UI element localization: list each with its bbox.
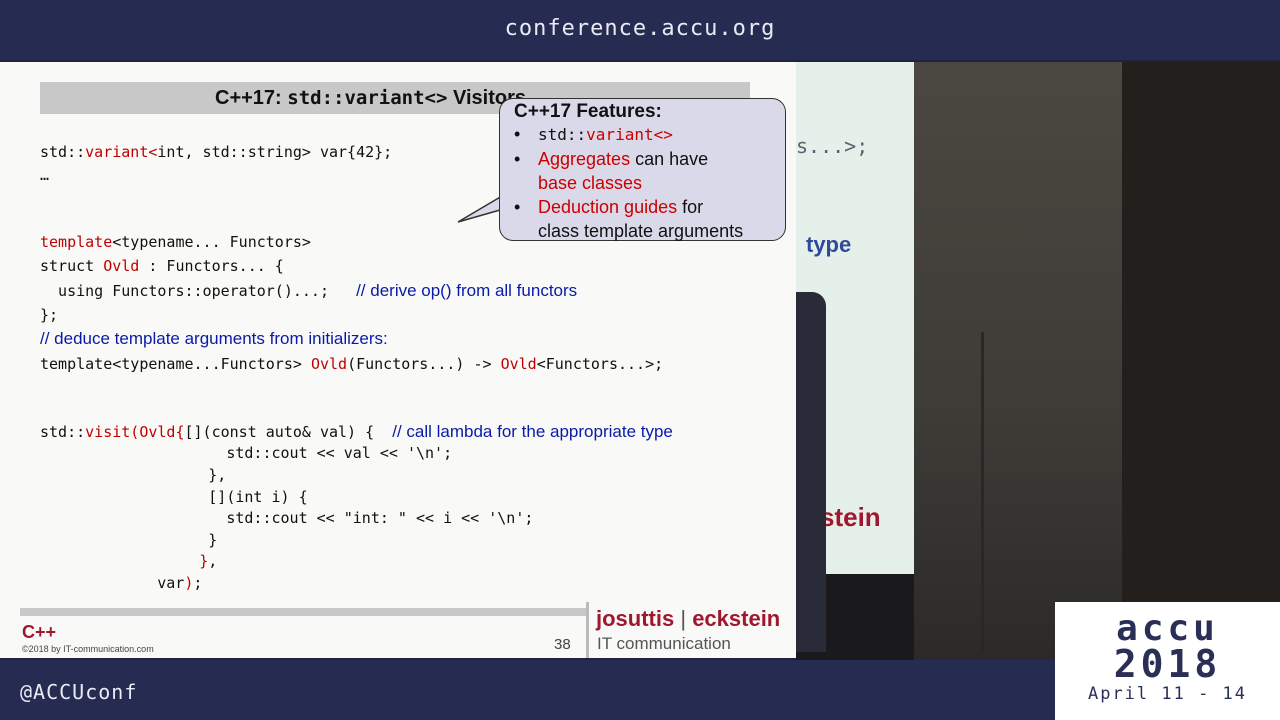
copyright: ©2018 by IT-communication.com xyxy=(22,644,154,654)
slide-title-mono: std::variant<> xyxy=(287,87,448,109)
code-line-1: std::variant<int, std::string> var{42}; xyxy=(40,143,393,161)
stage-wall xyxy=(914,62,1122,660)
callout-item-variant: • std::variant<> xyxy=(514,124,673,144)
callout-heading: C++17 Features: xyxy=(514,101,662,122)
conference-url: conference.accu.org xyxy=(504,16,776,41)
code-line-6: }; xyxy=(40,306,59,324)
callout-item-aggregates-line2: base classes xyxy=(538,173,643,193)
footer-rule xyxy=(20,608,588,616)
code-line-12: [](int i) { xyxy=(127,488,308,506)
mic-stand xyxy=(981,332,984,652)
code-line-14: } xyxy=(127,531,218,549)
speaker-camera-view: s...>; type stein xyxy=(796,62,1280,660)
page-number: 38 xyxy=(554,636,571,653)
code-line-10: std::cout << val << '\n'; xyxy=(127,444,453,462)
code-line-15: }, xyxy=(199,552,218,570)
code-line-5: using Functors::operator()...; // derive… xyxy=(40,281,578,300)
cpp-label: C++ xyxy=(22,622,57,642)
brand-logo: josuttis | eckstein xyxy=(596,606,781,631)
screen-fragment-2: type xyxy=(806,232,852,257)
twitter-handle: @ACCUconf xyxy=(20,680,138,704)
screen-fragment-3: stein xyxy=(820,502,881,532)
logo-year: 2018 xyxy=(1113,642,1222,686)
footer-divider xyxy=(586,602,589,658)
presenter xyxy=(796,292,826,652)
callout-item-deduction: • Deduction guides for xyxy=(514,197,704,217)
logo-dates: April 11 - 14 xyxy=(1087,684,1248,704)
code-line-13: std::cout << "int: " << i << '\n'; xyxy=(127,509,534,527)
slide-title: C++17: std::variant<> Visitors xyxy=(215,87,526,110)
screen-fragment-1: s...>; xyxy=(796,134,869,158)
code-line-3: template<typename... Functors> xyxy=(40,233,311,251)
callout-item-aggregates: • Aggregates can have xyxy=(514,149,709,169)
stage-dark-area xyxy=(1122,62,1280,660)
code-comment-derive: // derive op() from all functors xyxy=(356,281,578,300)
presentation-slide: C++17: std::variant<> Visitors std::vari… xyxy=(0,62,796,658)
accu-2018-logo: accu 2018 April 11 - 14 xyxy=(1055,602,1280,720)
features-callout: C++17 Features: • std::variant<> • Aggrega… xyxy=(499,98,786,241)
code-line-9: std::visit(Ovld{[](const auto& val) { //… xyxy=(40,422,673,441)
brand-subtitle: IT communication xyxy=(597,634,731,653)
code-line-16: var); xyxy=(94,574,203,592)
code-line-4: struct Ovld : Functors... { xyxy=(40,257,284,275)
code-line-2: … xyxy=(40,166,50,184)
code-comment-deduce: // deduce template arguments from initia… xyxy=(40,329,388,348)
slide-title-prefix: C++17: xyxy=(215,87,288,109)
callout-item-deduction-line2: class template arguments xyxy=(538,221,744,241)
code-line-11: }, xyxy=(127,466,227,484)
top-banner: conference.accu.org xyxy=(0,0,1280,60)
code-line-8: template<typename...Functors> Ovld(Funct… xyxy=(40,355,664,373)
code-comment-call-lambda: // call lambda for the appropriate type xyxy=(392,422,673,441)
